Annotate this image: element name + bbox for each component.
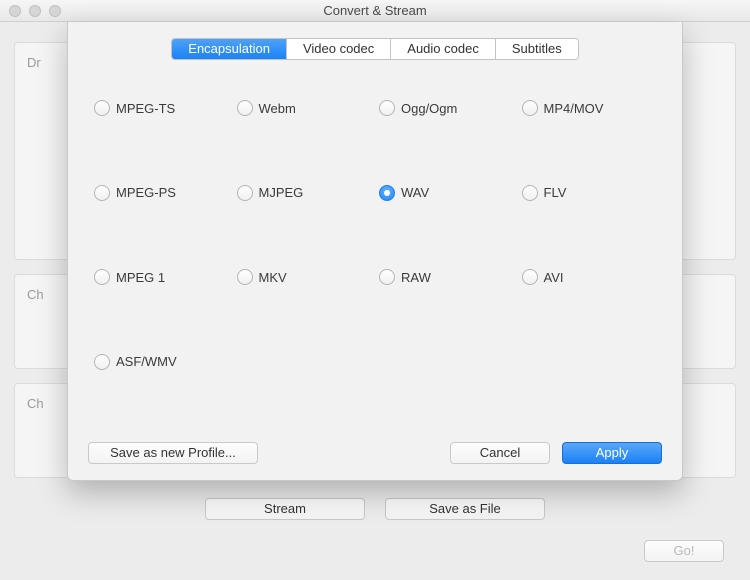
radio-option-asf-wmv[interactable]: ASF/WMV — [94, 354, 229, 370]
radio-label: Webm — [259, 101, 296, 116]
radio-label: MPEG-TS — [116, 101, 175, 116]
tab-audio-codec[interactable]: Audio codec — [391, 39, 496, 59]
tab-video-codec[interactable]: Video codec — [287, 39, 391, 59]
sheet-button-row: Save as new Profile... Cancel Apply — [88, 442, 662, 464]
tab-label: Audio codec — [407, 41, 479, 56]
save-as-new-profile-button[interactable]: Save as new Profile... — [88, 442, 258, 464]
radio-option-wav[interactable]: WAV — [379, 185, 514, 201]
radio-option-mpeg-ps[interactable]: MPEG-PS — [94, 185, 229, 201]
radio-icon — [379, 100, 395, 116]
radio-label: MPEG-PS — [116, 185, 176, 200]
radio-icon — [94, 354, 110, 370]
radio-icon — [379, 185, 395, 201]
tab-label: Video codec — [303, 41, 374, 56]
radio-icon — [237, 185, 253, 201]
radio-label: MJPEG — [259, 185, 304, 200]
radio-dot-icon — [384, 190, 390, 196]
stream-button[interactable]: Stream — [205, 498, 365, 520]
encapsulation-options-grid: MPEG-TS Webm Ogg/Ogm MP4/MOV MPEG-PS MJPEG WAV… — [88, 60, 662, 438]
radio-option-webm[interactable]: Webm — [237, 100, 372, 116]
radio-option-avi[interactable]: AVI — [522, 269, 657, 285]
radio-option-mpeg-1[interactable]: MPEG 1 — [94, 269, 229, 285]
go-button[interactable]: Go! — [644, 540, 724, 562]
radio-option-mp4-mov[interactable]: MP4/MOV — [522, 100, 657, 116]
radio-option-flv[interactable]: FLV — [522, 185, 657, 201]
radio-label: RAW — [401, 270, 431, 285]
zoom-icon[interactable] — [49, 5, 61, 17]
radio-icon — [522, 100, 538, 116]
parent-window: Convert & Stream Dr Ch Ch Stream Save as… — [0, 0, 750, 580]
save-as-file-button[interactable]: Save as File — [385, 498, 545, 520]
radio-label: FLV — [544, 185, 567, 200]
radio-label: Ogg/Ogm — [401, 101, 457, 116]
profile-edit-sheet: Encapsulation Video codec Audio codec Subti… — [67, 22, 683, 481]
panel3-hint: Ch — [27, 396, 44, 411]
radio-icon — [379, 269, 395, 285]
radio-label: MKV — [259, 270, 287, 285]
radio-icon — [522, 185, 538, 201]
radio-label: ASF/WMV — [116, 354, 177, 369]
radio-label: MP4/MOV — [544, 101, 604, 116]
radio-icon — [237, 100, 253, 116]
panel2-hint: Ch — [27, 287, 44, 302]
radio-option-raw[interactable]: RAW — [379, 269, 514, 285]
radio-icon — [237, 269, 253, 285]
apply-button[interactable]: Apply — [562, 442, 662, 464]
window-title: Convert & Stream — [0, 3, 750, 18]
radio-icon — [522, 269, 538, 285]
radio-label: MPEG 1 — [116, 270, 165, 285]
radio-option-mpeg-ts[interactable]: MPEG-TS — [94, 100, 229, 116]
tab-label: Subtitles — [512, 41, 562, 56]
tabs-segmented-control: Encapsulation Video codec Audio codec Subti… — [171, 38, 578, 60]
panel1-hint: Dr — [27, 55, 41, 70]
tab-encapsulation[interactable]: Encapsulation — [172, 39, 287, 59]
radio-option-mkv[interactable]: MKV — [237, 269, 372, 285]
radio-icon — [94, 100, 110, 116]
radio-label: AVI — [544, 270, 564, 285]
tab-label: Encapsulation — [188, 41, 270, 56]
close-icon[interactable] — [9, 5, 21, 17]
tab-subtitles[interactable]: Subtitles — [496, 39, 578, 59]
traffic-lights — [9, 5, 61, 17]
radio-icon — [94, 269, 110, 285]
cancel-button[interactable]: Cancel — [450, 442, 550, 464]
minimize-icon[interactable] — [29, 5, 41, 17]
radio-option-mjpeg[interactable]: MJPEG — [237, 185, 372, 201]
titlebar: Convert & Stream — [0, 0, 750, 22]
destination-buttons-row: Stream Save as File — [0, 498, 750, 520]
radio-option-ogg-ogm[interactable]: Ogg/Ogm — [379, 100, 514, 116]
radio-label: WAV — [401, 185, 429, 200]
radio-icon — [94, 185, 110, 201]
